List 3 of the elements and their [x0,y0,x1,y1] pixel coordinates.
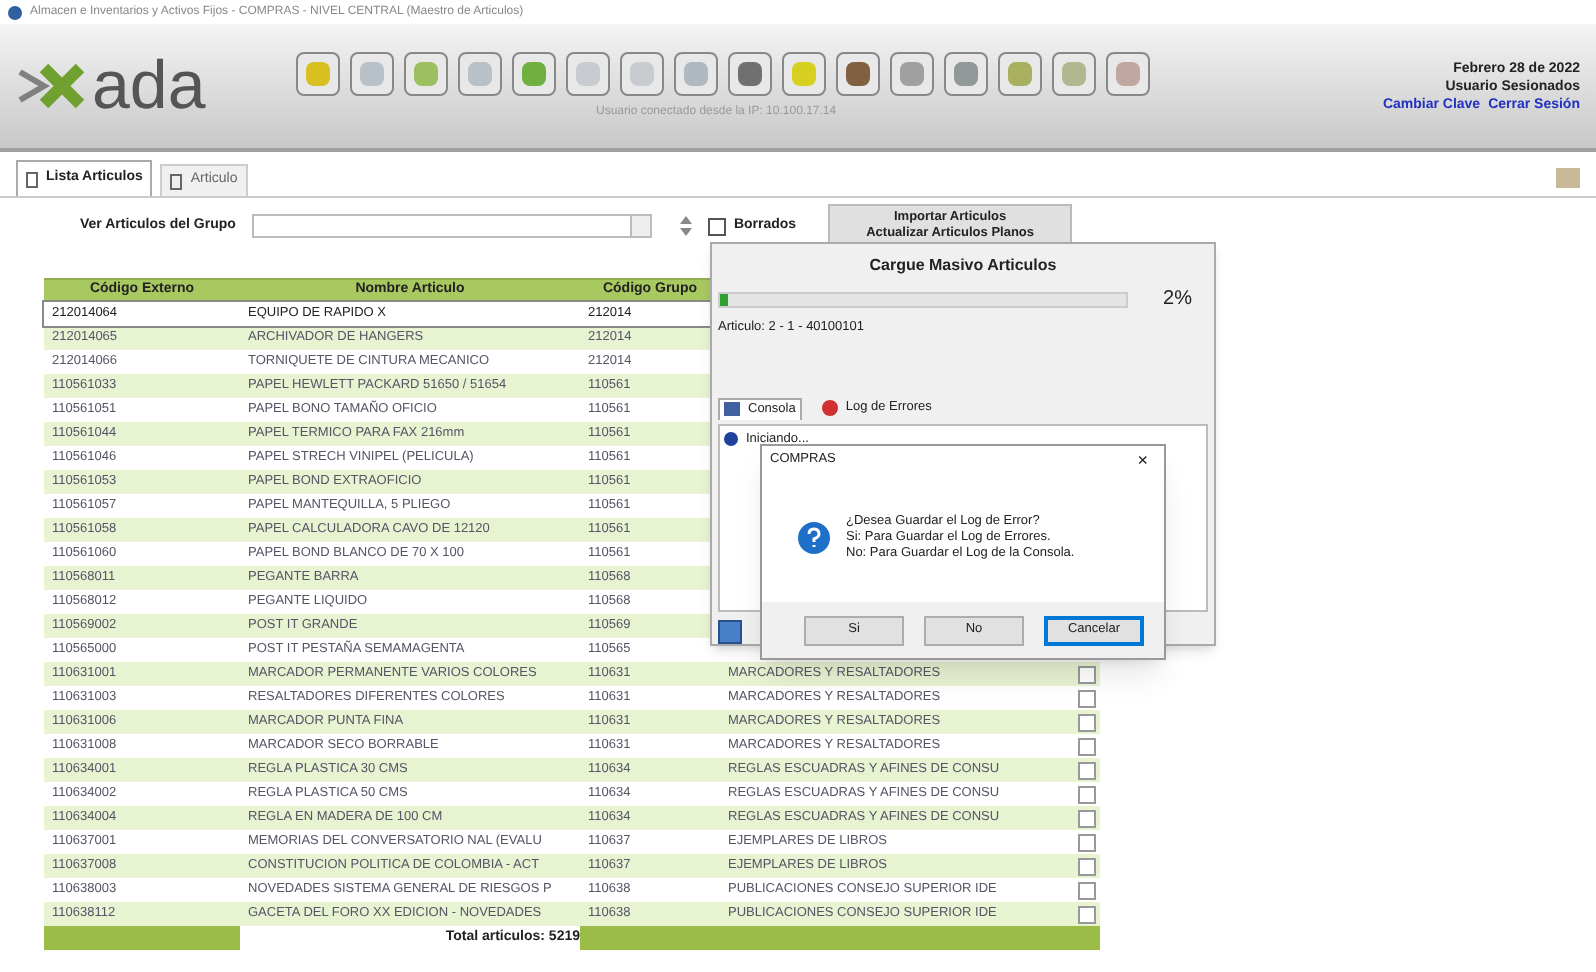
progress-percent: 2% [1163,286,1192,314]
logo-text: ada [92,52,206,120]
dialog-title: Cargue Masivo Articulos [867,254,1059,278]
